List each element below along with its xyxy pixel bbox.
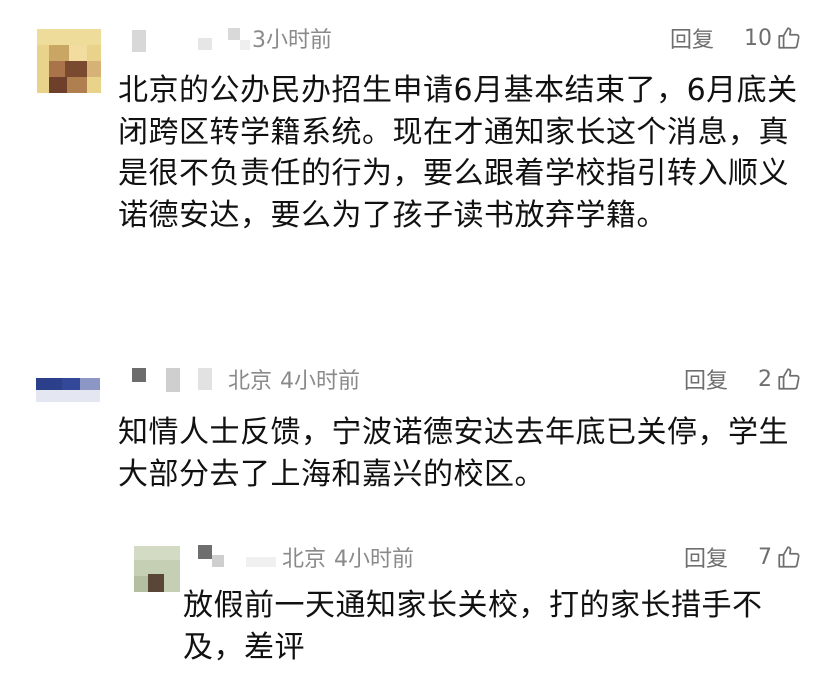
like-count: 10: [744, 25, 772, 51]
comment-actions: 回复 10: [670, 23, 802, 53]
comment-item: 3小时前 回复 10 北京的公办民办招生申请6月基本结束了，6月底关闭跨区转学籍…: [0, 0, 824, 330]
reply-button[interactable]: 回复: [684, 541, 728, 573]
reply-button[interactable]: 回复: [670, 22, 714, 54]
username-mosaic[interactable]: [132, 364, 228, 394]
comment-actions: 回复 2: [684, 364, 802, 394]
comment-location: 北京: [282, 547, 327, 572]
user-avatar[interactable]: [134, 546, 180, 592]
reply-item: 北京 4小时前 回复 7 放假前一天通知家长关校，打的家长措手不及，差评: [0, 530, 824, 684]
thumbs-up-icon[interactable]: [776, 544, 802, 570]
comment-time: 4小时前: [280, 369, 361, 394]
user-avatar[interactable]: [36, 378, 100, 402]
comment-location: 北京: [228, 369, 273, 394]
comment-actions: 回复 7: [684, 542, 802, 572]
comment-item: 北京 4小时前 回复 2 知情人士反馈，宁波诺德安达去年底已关停，学生大部分去了…: [0, 340, 824, 520]
comment-text: 知情人士反馈，宁波诺德安达去年底已关停，学生大部分去了上海和嘉兴的校区。: [118, 415, 789, 492]
comment-meta: 北京 4小时前: [198, 542, 414, 572]
comment-meta: 北京 4小时前: [132, 364, 360, 394]
thumbs-up-icon[interactable]: [776, 366, 802, 392]
comment-text: 北京的公办民办招生申请6月基本结束了，6月底关闭跨区转学籍系统。现在才通知家长这…: [118, 73, 798, 233]
thumbs-up-icon[interactable]: [776, 25, 802, 51]
username-mosaic[interactable]: [132, 23, 252, 53]
comment-meta: 3小时前: [132, 23, 332, 53]
like-count: 7: [758, 544, 772, 570]
comment-text: 放假前一天通知家长关校，打的家长措手不及，差评: [183, 588, 763, 665]
username-mosaic[interactable]: [198, 542, 282, 572]
comment-time: 4小时前: [334, 547, 415, 572]
user-avatar[interactable]: [37, 29, 101, 93]
reply-button[interactable]: 回复: [684, 363, 728, 395]
comment-time: 3小时前: [252, 28, 332, 53]
like-count: 2: [758, 366, 772, 392]
